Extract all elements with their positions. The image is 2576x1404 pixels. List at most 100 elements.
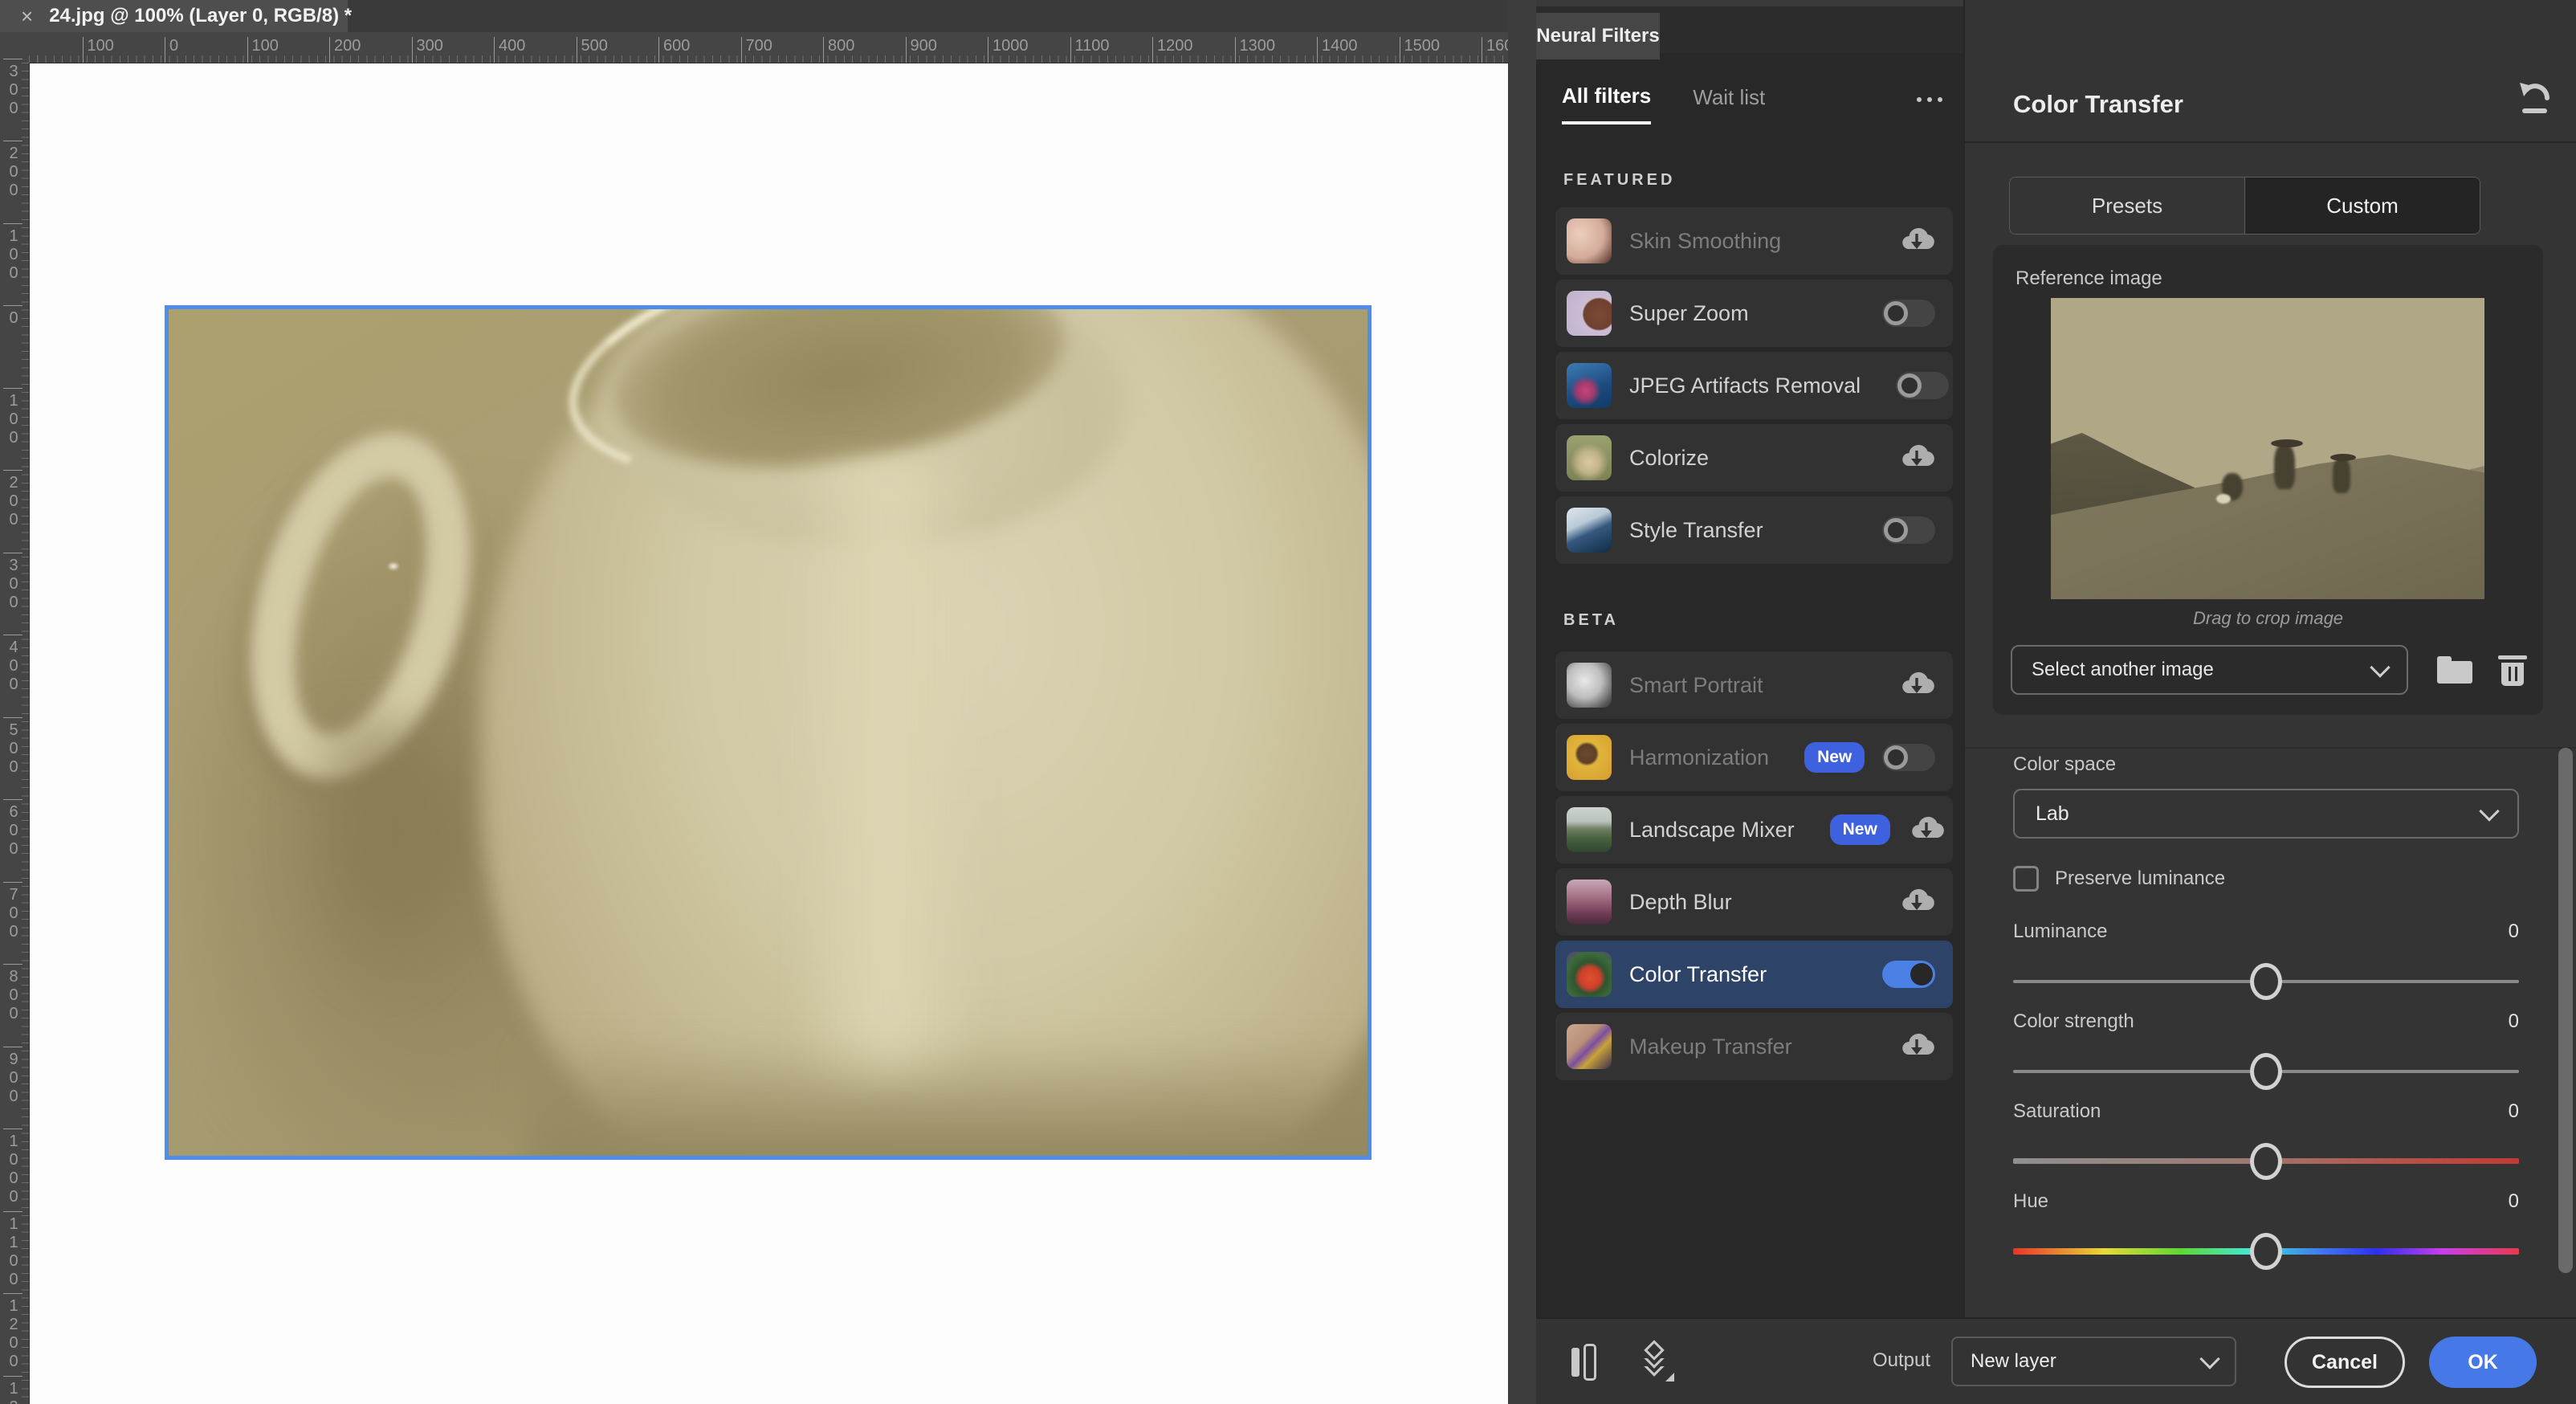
- super-zoom-thumbnail: [1567, 291, 1612, 336]
- cloud-download-icon[interactable]: [1898, 441, 1935, 475]
- ruler-mark: 300: [3, 553, 22, 612]
- colorize-thumbnail: [1567, 435, 1612, 480]
- trash-icon[interactable]: [2498, 654, 2525, 686]
- ruler-mark: 100: [3, 223, 22, 283]
- slider-value: 0: [2509, 920, 2519, 943]
- chevron-down-icon: [2199, 1349, 2219, 1369]
- harmonization-thumbnail: [1567, 735, 1612, 780]
- slider-header: Hue0: [2013, 1190, 2519, 1213]
- ruler-mark: 900: [906, 37, 937, 63]
- ruler-mark: 200: [3, 141, 22, 200]
- slider-knob[interactable]: [2250, 1143, 2282, 1180]
- slider-luminance: Luminance0: [2013, 920, 2519, 1010]
- ruler-mark: 1000: [988, 37, 1029, 63]
- panel-tab-strip: Neural Filters: [1536, 0, 1963, 53]
- toggle-off[interactable]: [1882, 516, 1935, 544]
- preserve-luminance-checkbox[interactable]: [2013, 866, 2039, 892]
- color-space-dropdown[interactable]: Lab: [2013, 789, 2519, 839]
- color-transfer-thumbnail: [1567, 952, 1612, 997]
- toggle-off[interactable]: [1882, 300, 1935, 327]
- filter-row-style-transfer[interactable]: Style Transfer: [1555, 496, 1953, 564]
- reference-image-card: Reference image Drag to crop image Selec…: [1993, 245, 2543, 715]
- slider-knob[interactable]: [2250, 1053, 2282, 1090]
- filter-row-landscape-mixer[interactable]: Landscape Mixer New: [1555, 796, 1953, 863]
- preview-split-icon[interactable]: [1571, 1343, 1604, 1382]
- document-canvas[interactable]: [30, 63, 1508, 1404]
- new-badge: New: [1830, 814, 1890, 845]
- output-dropdown[interactable]: New layer: [1951, 1337, 2236, 1386]
- ruler-mark: 100: [3, 388, 22, 447]
- slider-header: Luminance0: [2013, 920, 2519, 943]
- subtab-wait-list[interactable]: Wait list: [1693, 85, 1765, 123]
- ruler-mark: 400: [494, 37, 525, 63]
- tab-presets[interactable]: Presets: [2010, 178, 2244, 234]
- cloud-download-icon[interactable]: [1908, 813, 1945, 847]
- filter-row-smart-portrait[interactable]: Smart Portrait: [1555, 651, 1953, 719]
- slider-label: Saturation: [2013, 1100, 2101, 1123]
- toggle-off[interactable]: [1896, 372, 1949, 399]
- ok-button[interactable]: OK: [2429, 1337, 2537, 1388]
- slider-knob[interactable]: [2250, 963, 2282, 1000]
- filter-name: Super Zoom: [1629, 301, 1749, 326]
- reference-image-label: Reference image: [2016, 267, 2162, 290]
- cloud-download-icon[interactable]: [1898, 668, 1935, 703]
- smart-portrait-thumbnail: [1567, 663, 1612, 708]
- slider-hue: Hue0: [2013, 1190, 2519, 1280]
- presets-custom-segmented-control: PresetsCustom: [2009, 177, 2480, 235]
- cancel-button[interactable]: Cancel: [2285, 1337, 2405, 1388]
- panel-tab-label: Neural Filters: [1536, 25, 1659, 47]
- chevron-down-icon: [2479, 801, 2499, 821]
- close-icon[interactable]: ×: [21, 6, 33, 27]
- dialog-footer-bar: Output New layer Cancel OK: [1536, 1317, 2576, 1404]
- workspace-gap: [1508, 0, 1537, 1404]
- section-label-beta: BETA: [1563, 611, 1619, 630]
- filter-name: Smart Portrait: [1629, 673, 1763, 698]
- ruler-mark: 1100: [1070, 37, 1110, 63]
- jpeg-artifacts-thumbnail: [1567, 363, 1612, 408]
- reference-image-actions: Select another image: [2011, 645, 2525, 695]
- canvas-image-pitcher[interactable]: [165, 305, 1372, 1160]
- filter-row-color-transfer[interactable]: Color Transfer: [1555, 941, 1953, 1008]
- filter-name: Makeup Transfer: [1629, 1035, 1792, 1059]
- section-divider: [1965, 747, 2576, 749]
- folder-icon[interactable]: [2437, 656, 2471, 684]
- slider-header: Saturation0: [2013, 1100, 2519, 1123]
- more-options-icon[interactable]: [1917, 97, 1942, 110]
- filter-row-jpeg-artifacts[interactable]: JPEG Artifacts Removal: [1555, 352, 1953, 419]
- cloud-download-icon[interactable]: [1898, 885, 1935, 920]
- document-tab[interactable]: × 24.jpg @ 100% (Layer 0, RGB/8) *: [0, 0, 348, 32]
- color-space-label: Color space: [2013, 753, 2116, 776]
- select-another-image-dropdown[interactable]: Select another image: [2011, 645, 2408, 695]
- ruler-mark: 200: [329, 37, 361, 63]
- toggle-off[interactable]: [1882, 744, 1935, 771]
- filter-row-colorize[interactable]: Colorize: [1555, 424, 1953, 492]
- photoshop-neural-filters-window: × 24.jpg @ 100% (Layer 0, RGB/8) * 10001…: [0, 0, 2576, 1404]
- makeup-transfer-thumbnail: [1567, 1024, 1612, 1069]
- slider-track-area: [2013, 1052, 2519, 1091]
- tab-custom[interactable]: Custom: [2244, 178, 2480, 234]
- subtab-all-filters[interactable]: All filters: [1562, 84, 1651, 124]
- preserve-luminance-label: Preserve luminance: [2055, 867, 2225, 890]
- ruler-mark: 1200: [3, 1293, 22, 1371]
- layers-stack-icon[interactable]: [1639, 1341, 1674, 1383]
- ruler-mark: 100: [83, 37, 114, 63]
- filter-name: Landscape Mixer: [1629, 818, 1795, 843]
- filter-row-skin-smoothing[interactable]: Skin Smoothing: [1555, 207, 1953, 275]
- reset-filter-icon[interactable]: [2512, 79, 2557, 124]
- reference-image[interactable]: [2051, 298, 2484, 599]
- ruler-mark: 700: [3, 882, 22, 941]
- panel-scrollbar[interactable]: [2558, 748, 2573, 1273]
- cloud-download-icon[interactable]: [1898, 1030, 1935, 1064]
- toggle-on[interactable]: [1882, 961, 1935, 988]
- cloud-download-icon[interactable]: [1898, 224, 1935, 259]
- slider-track-area: [2013, 962, 2519, 1001]
- filter-row-depth-blur[interactable]: Depth Blur: [1555, 868, 1953, 936]
- slider-label: Color strength: [2013, 1010, 2134, 1033]
- filter-row-makeup-transfer[interactable]: Makeup Transfer: [1555, 1013, 1953, 1080]
- toggle-knob: [1910, 963, 1933, 986]
- filter-row-super-zoom[interactable]: Super Zoom: [1555, 280, 1953, 347]
- slider-knob[interactable]: [2250, 1233, 2282, 1270]
- output-value: New layer: [1971, 1350, 2056, 1373]
- document-tab-bar: × 24.jpg @ 100% (Layer 0, RGB/8) *: [0, 0, 1508, 32]
- filter-row-harmonization[interactable]: HarmonizationNew: [1555, 724, 1953, 791]
